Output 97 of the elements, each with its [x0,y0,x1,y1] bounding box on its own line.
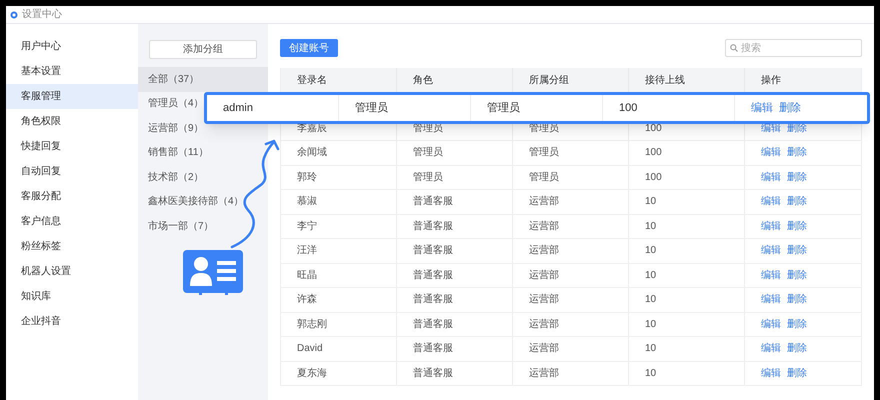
table-cell-text: 普通客服 [413,244,453,258]
edit-link[interactable]: 编辑 [761,366,781,381]
group-item[interactable]: 全部（37） [138,67,268,92]
search-field[interactable]: 搜索 [725,39,862,57]
table-cell-text: 李宁 [297,220,317,234]
table-cell-text: 运营部 [529,244,559,258]
table-cell-text: 普通客服 [413,220,453,234]
table-cell-text: 10 [645,195,656,210]
delete-link[interactable]: 删除 [787,145,807,160]
sidebar-item[interactable]: 粉丝标签 [6,234,138,259]
sidebar-item[interactable]: 客户信息 [6,209,138,234]
delete-link[interactable]: 删除 [787,366,807,381]
delete-link[interactable]: 删除 [787,292,807,308]
table-cell-text: 运营部 [529,194,559,210]
edit-link[interactable]: 编辑 [761,268,781,283]
table-cell-text: 余闻域 [297,146,327,160]
table-cell-text: 普通客服 [413,194,453,210]
group-item[interactable]: 技术部（2） [138,165,204,190]
delete-link[interactable]: 删除 [787,268,807,283]
table-cell-text: 100 [619,100,638,116]
group-item[interactable]: 鑫林医美接待部（4） [138,190,244,214]
table-cell-text: 郭志刚 [297,318,327,332]
table-cell-text: 运营部 [529,366,559,381]
delete-link[interactable]: 删除 [787,170,807,185]
group-item[interactable]: 管理员（4） [138,92,204,116]
table-cell-text: 10 [645,220,656,234]
edit-link[interactable]: 编辑 [761,341,781,356]
table-cell-text: 管理员 [487,100,520,116]
table-cell-text: 10 [645,293,656,308]
table-cell-text: 普通客服 [413,268,453,283]
group-item[interactable]: 运营部（9） [138,116,204,140]
delete-link[interactable]: 删除 [787,341,807,356]
table-cell-text: 郭玲 [297,170,317,185]
table-cell-text: 100 [645,146,662,160]
sidebar-item[interactable]: 知识库 [6,284,138,309]
table-cell-text: 汪洋 [297,244,317,258]
table-cell-text: 许森 [297,292,317,308]
table-cell-text: 运营部 [529,318,559,332]
table-cell-text: 运营部 [529,268,559,283]
edit-link[interactable]: 编辑 [761,145,781,160]
sidebar-item[interactable]: 用户中心 [6,34,138,59]
edit-link[interactable]: 编辑 [751,100,773,116]
sidebar-item[interactable]: 快捷回复 [6,134,138,159]
delete-link[interactable]: 删除 [779,100,801,116]
sidebar-item[interactable]: 基本设置 [6,59,138,84]
edit-link[interactable]: 编辑 [761,218,781,234]
edit-link[interactable]: 编辑 [761,243,781,258]
edit-link[interactable]: 编辑 [761,316,781,332]
column-header: 登录名 [297,74,327,88]
create-account-button[interactable]: 创建账号 [280,39,338,57]
table-cell-text: 10 [645,366,656,381]
group-item[interactable]: 销售部（11） [138,140,208,165]
add-group-button[interactable]: 添加分组 [149,40,257,59]
table-cell-text: 管理员 [413,146,443,160]
table-cell-text: 10 [645,244,656,258]
edit-link[interactable]: 编辑 [761,194,781,210]
column-header: 角色 [413,74,433,88]
delete-link[interactable]: 删除 [787,243,807,258]
delete-link[interactable]: 删除 [787,316,807,332]
table-cell-text: 100 [645,170,662,185]
sidebar-item[interactable]: 自动回复 [6,159,138,184]
table-cell-text: 管理员 [355,100,388,116]
delete-link[interactable]: 删除 [787,194,807,210]
table-cell-text: 普通客服 [413,292,453,308]
table-cell-text: 运营部 [529,220,559,234]
table-cell-text: 慕淑 [297,194,317,210]
sidebar-item[interactable]: 客服管理 [6,84,138,109]
table-cell-text: 100 [645,122,662,136]
window-title: 设置中心 [22,8,62,22]
table-cell-text: 普通客服 [413,318,453,332]
table-cell-text: admin [223,100,253,116]
group-item[interactable]: 市场一部（7） [138,214,214,238]
delete-link[interactable]: 删除 [787,218,807,234]
table-cell-text: 运营部 [529,292,559,308]
sidebar-item[interactable]: 角色权限 [6,109,138,134]
table-cell-text: 旺晶 [297,268,317,283]
table-cell-text: 10 [645,342,656,356]
edit-link[interactable]: 编辑 [761,292,781,308]
table-cell-text: 管理员 [413,170,443,185]
table-cell-text: 运营部 [529,342,559,356]
column-header: 接待上线 [645,74,685,88]
table-cell-text: 管理员 [529,170,559,185]
table-cell-text: David [297,342,323,356]
table-cell-text: 李嘉辰 [297,122,327,136]
column-header: 操作 [761,74,781,88]
edit-link[interactable]: 编辑 [761,170,781,185]
table-cell-text: 10 [645,268,656,283]
table-cell-text: 10 [645,318,656,332]
sidebar-item[interactable]: 客服分配 [6,184,138,209]
sidebar-item[interactable]: 机器人设置 [6,259,138,284]
column-header: 所属分组 [529,74,569,88]
table-cell-text: 夏东海 [297,366,327,381]
sidebar-item[interactable]: 企业抖音 [6,309,138,334]
table-cell-text: 普通客服 [413,342,453,356]
table-cell-text: 普通客服 [413,366,453,381]
table-cell-text: 管理员 [529,146,559,160]
highlighted-row[interactable]: admin 管理员 管理员 100 编辑 删除 [204,92,870,124]
